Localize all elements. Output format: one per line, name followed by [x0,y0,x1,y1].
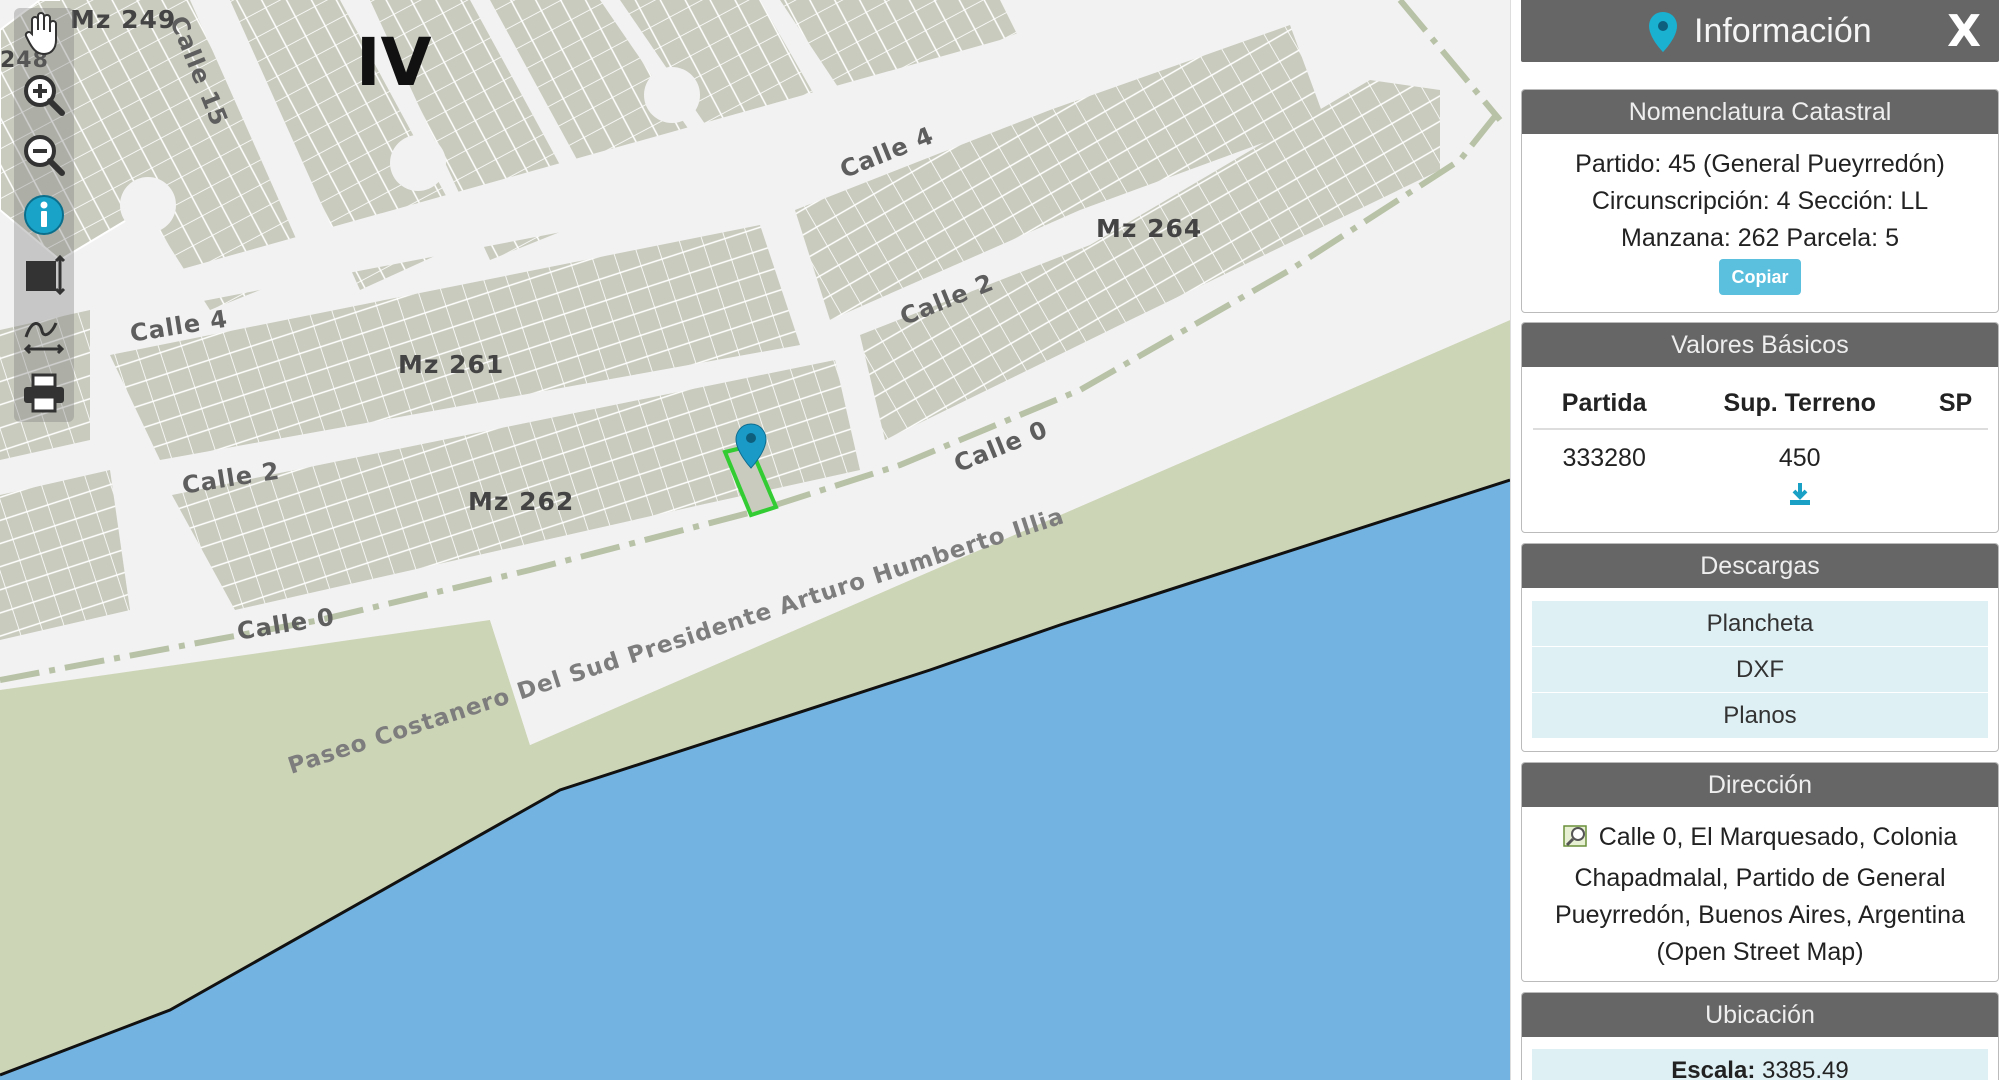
ubicacion-card: Ubicación Escala: 3385.49 [1521,992,1999,1080]
valores-table: Partida Sup. Terreno SP 333280 450 [1532,377,1988,522]
sector-label: IV [356,24,432,101]
nomenclatura-header: Nomenclatura Catastral [1522,90,1998,134]
download-dxf[interactable]: DXF [1532,646,1988,692]
nomenclatura-card: Nomenclatura Catastral Partido: 45 (Gene… [1521,89,1999,313]
column-header-sup-terreno: Sup. Terreno [1675,377,1924,430]
valores-card: Valores Básicos Partida Sup. Terreno SP … [1521,322,1999,533]
pan-hand-icon[interactable] [19,8,69,58]
descargas-card: Descargas Plancheta DXF Planos [1521,543,1999,752]
partido-text: Partido: 45 (General Pueyrredón) [1575,150,1945,178]
panel-titlebar: Información X [1521,0,1999,62]
address-text: Calle 0, El Marquesado, Colonia Chapadma… [1555,823,1965,966]
download-plancheta[interactable]: Plancheta [1532,600,1988,646]
map-pin-icon [1646,10,1680,59]
ubicacion-header: Ubicación [1522,993,1998,1037]
column-header-sp: SP [1923,377,1988,430]
block-label-262: Mz 262 [468,487,575,516]
block-label-264: Mz 264 [1096,214,1203,243]
scale-label: Escala: [1671,1057,1756,1080]
info-panel: Información X Nomenclatura Catastral Par… [1510,0,2002,1080]
measure-icon[interactable] [19,310,69,360]
circunscripcion-text: Circunscripción: 4 Sección: LL [1591,187,1929,215]
info-icon[interactable] [19,190,69,240]
block-label-249: Mz 249 [70,5,177,34]
sp-value [1924,429,1988,481]
zoom-out-icon[interactable] [19,130,69,180]
table-row: 333280 450 [1533,429,1988,481]
map-view[interactable]: IV Mz 249 248 Mz 261 Mz 262 Mz 264 Calle… [0,0,1510,1080]
direccion-header: Dirección [1522,763,1998,807]
panel-title: Información [1694,12,1872,50]
map-search-icon[interactable] [1562,823,1591,860]
map-canvas[interactable] [0,0,1510,1080]
manzana-parcela-text: Manzana: 262 Parcela: 5 [1621,224,1899,252]
block-label-261: Mz 261 [398,350,505,379]
zoom-in-icon[interactable] [19,70,69,120]
copy-button[interactable]: Copiar [1719,259,1801,295]
full-extent-icon[interactable] [19,250,69,300]
sup-terreno-value: 450 [1778,444,1821,472]
map-toolbar [14,8,74,422]
print-icon[interactable] [19,368,69,418]
descargas-header: Descargas [1522,544,1998,588]
partida-value: 333280 [1562,444,1646,472]
close-button[interactable]: X [1947,6,1981,57]
scale-value: 3385.49 [1761,1057,1849,1080]
download-icon[interactable] [1787,483,1813,513]
valores-header: Valores Básicos [1522,323,1998,367]
download-planos[interactable]: Planos [1532,692,1988,738]
column-header-partida: Partida [1532,377,1676,430]
direccion-card: Dirección Calle 0, El Marquesado, Coloni… [1521,762,1999,982]
